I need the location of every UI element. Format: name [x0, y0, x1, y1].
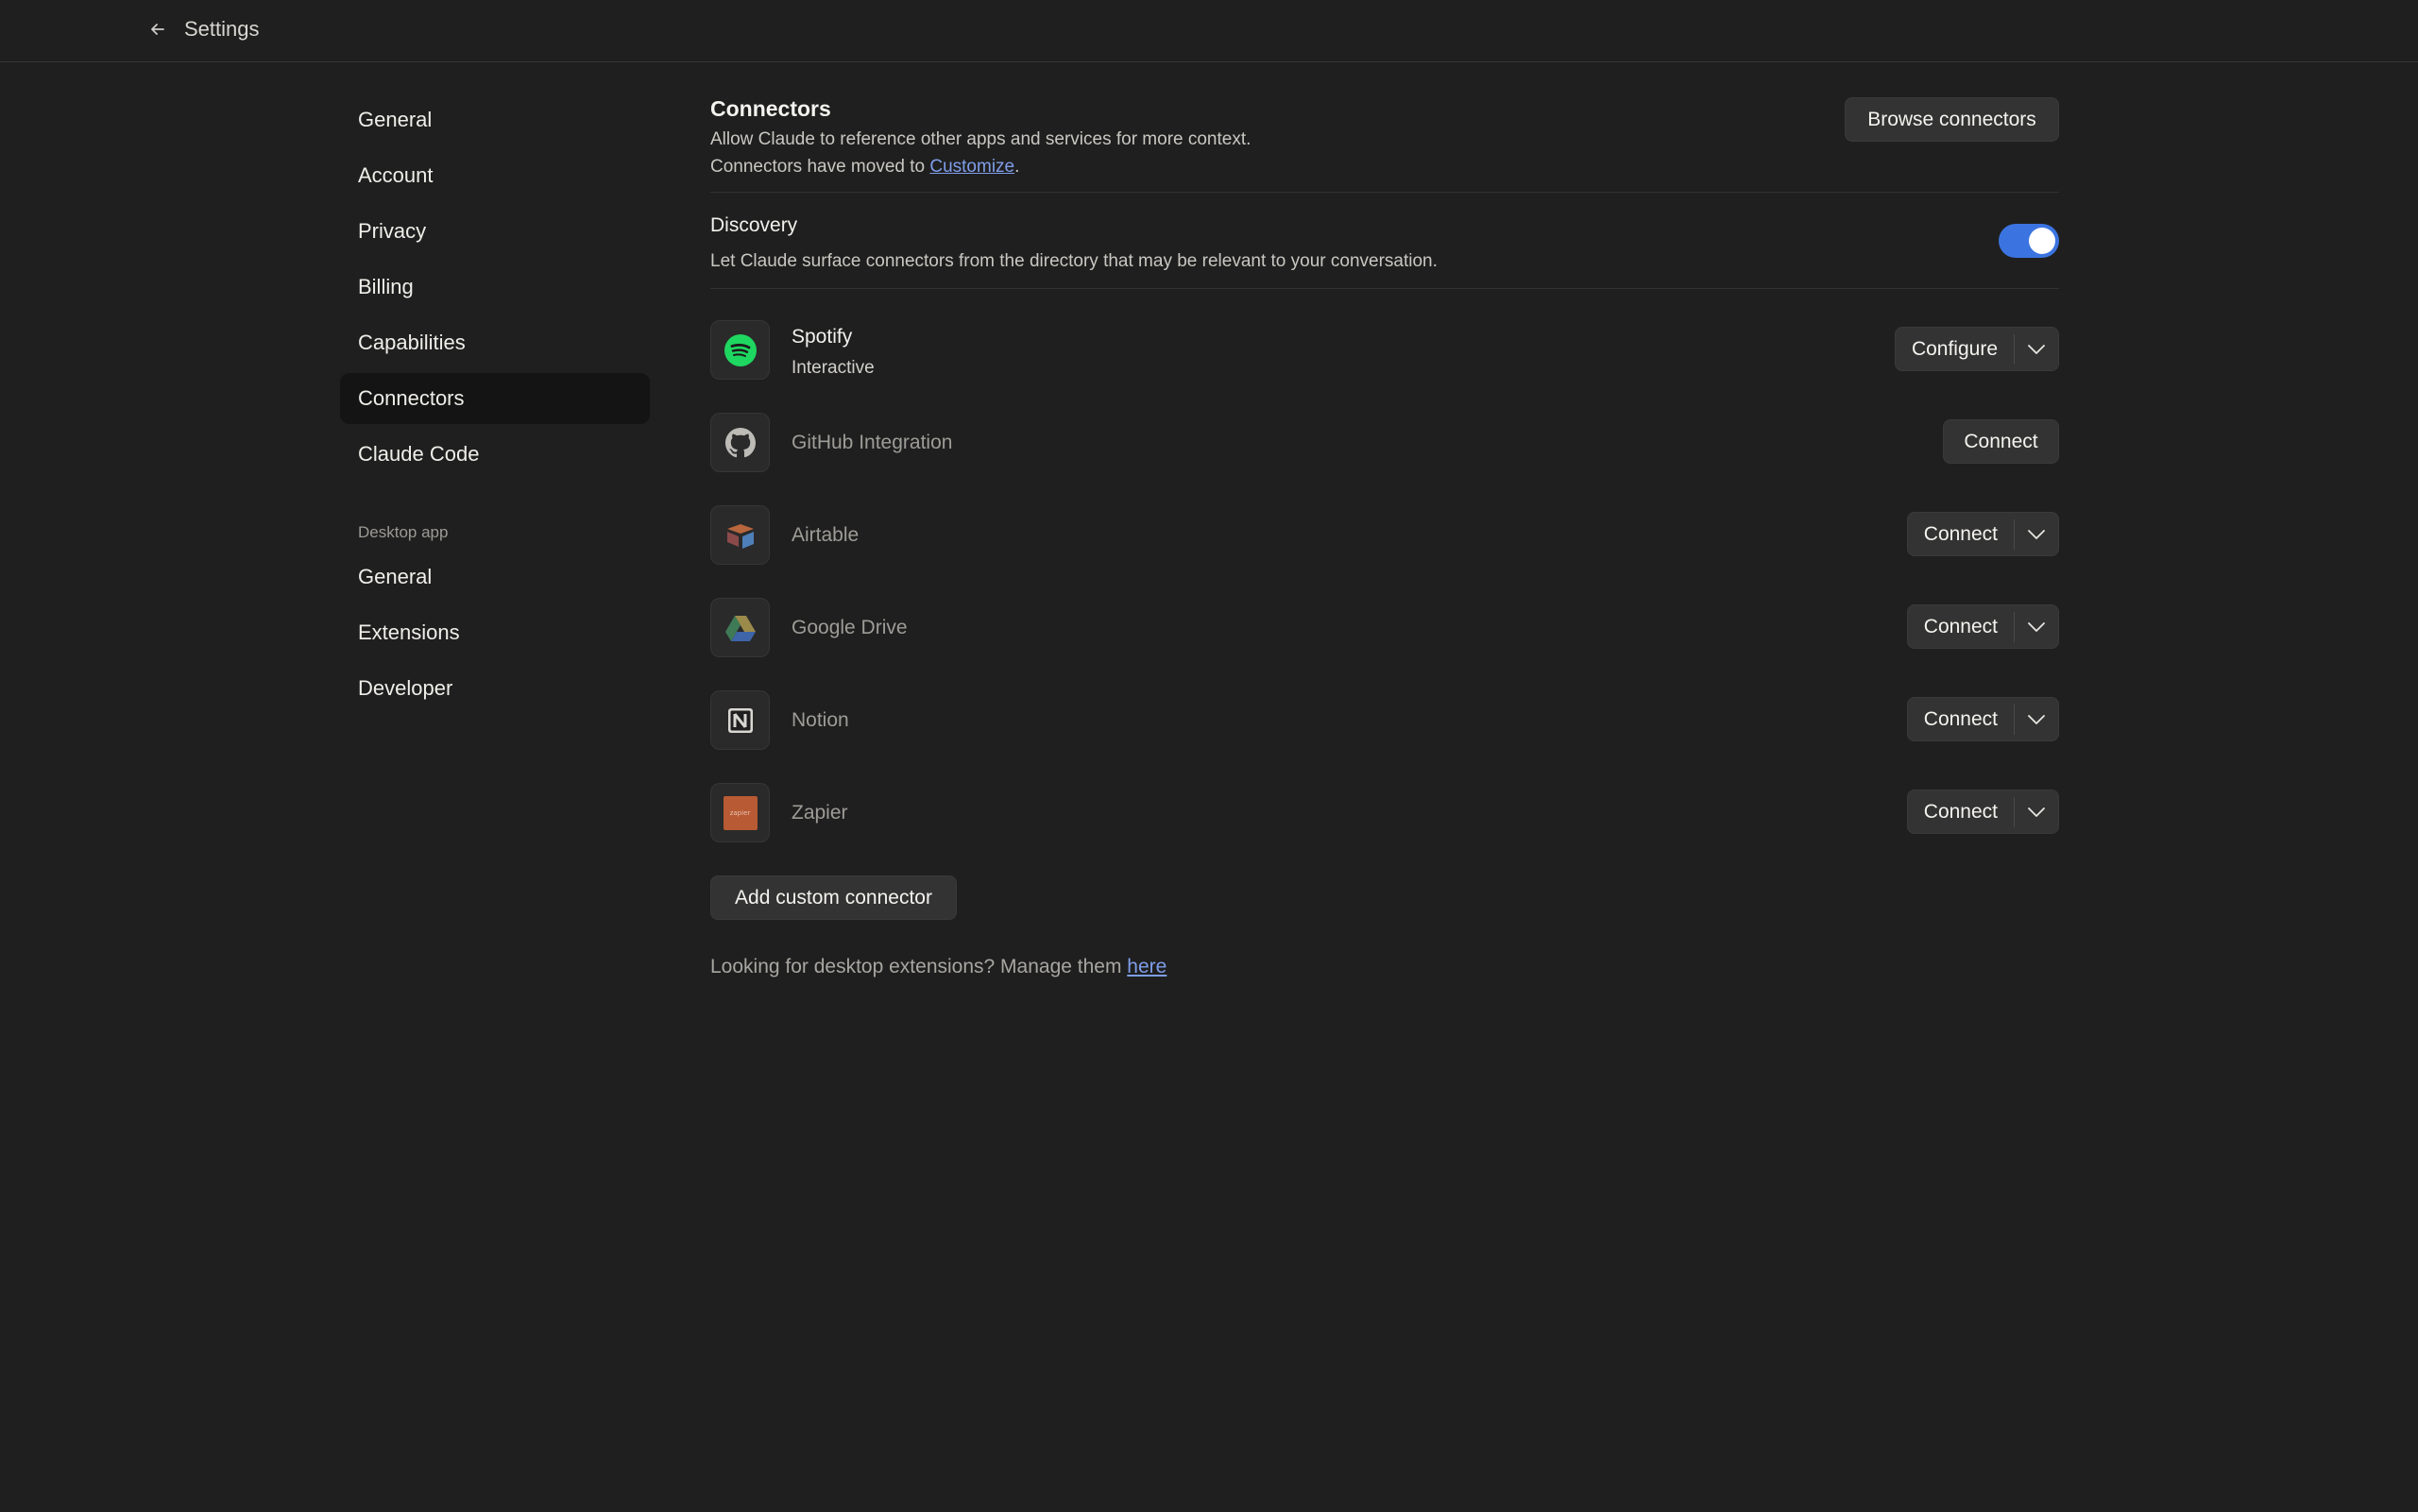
footer-note-text: Looking for desktop extensions? Manage t…: [710, 956, 1128, 977]
sidebar-item-developer[interactable]: Developer: [340, 663, 650, 714]
sidebar-item-connectors[interactable]: Connectors: [340, 373, 650, 424]
notion-icon: [710, 690, 770, 750]
connect-split-button-google-drive: Connect: [1906, 604, 2059, 649]
connect-split-button-notion: Connect: [1906, 697, 2059, 741]
sidebar-item-label: Privacy: [358, 219, 427, 243]
moved-notice-text: Connectors have moved to: [710, 157, 930, 177]
sidebar-item-privacy[interactable]: Privacy: [340, 206, 650, 257]
connector-name: Zapier: [792, 802, 848, 824]
manage-extensions-link[interactable]: here: [1127, 956, 1166, 977]
connector-row-spotify: Spotify Interactive Configure: [710, 320, 2059, 413]
sidebar-item-label: Extensions: [358, 620, 460, 644]
sidebar-item-billing[interactable]: Billing: [340, 262, 650, 313]
configure-split-button: Configure: [1894, 327, 2059, 371]
customize-link[interactable]: Customize: [929, 157, 1014, 177]
sidebar-item-extensions[interactable]: Extensions: [340, 607, 650, 658]
google-drive-icon: [710, 598, 770, 657]
connect-button[interactable]: Connect: [1908, 513, 2014, 555]
connector-row-github: GitHub Integration Connect: [710, 413, 2059, 505]
connectors-header: Connectors Allow Claude to reference oth…: [710, 94, 2059, 193]
connect-menu-button[interactable]: [2015, 605, 2058, 648]
zapier-icon: zapier: [710, 783, 770, 842]
sidebar-item-label: Account: [358, 163, 434, 187]
connect-button-github[interactable]: Connect: [1943, 419, 2059, 464]
moved-notice-suffix: .: [1014, 157, 1020, 177]
connectors-panel: Connectors Allow Claude to reference oth…: [710, 94, 2059, 978]
zapier-logo: zapier: [723, 795, 758, 830]
desktop-extensions-note: Looking for desktop extensions? Manage t…: [710, 956, 2059, 978]
chevron-down-icon: [2028, 621, 2045, 632]
sidebar-item-account[interactable]: Account: [340, 150, 650, 201]
page-title: Settings: [184, 17, 260, 41]
chevron-down-icon: [2028, 344, 2045, 354]
airtable-icon: [710, 505, 770, 565]
top-bar: Settings: [0, 0, 2418, 62]
connector-name: Spotify: [792, 326, 853, 348]
connector-row-airtable: Airtable Connect: [710, 505, 2059, 598]
browse-connectors-button[interactable]: Browse connectors: [1845, 97, 2059, 142]
connect-split-button-airtable: Connect: [1906, 512, 2059, 556]
connect-button[interactable]: Connect: [1908, 790, 2014, 833]
connect-split-button-zapier: Connect: [1906, 790, 2059, 834]
sidebar-item-label: General: [358, 565, 433, 588]
back-button[interactable]: [144, 15, 172, 43]
sidebar-item-capabilities[interactable]: Capabilities: [340, 317, 650, 368]
sidebar-item-label: Billing: [358, 275, 414, 298]
configure-button[interactable]: Configure: [1896, 328, 2014, 370]
add-custom-connector-button[interactable]: Add custom connector: [710, 875, 957, 920]
connector-subtitle: Interactive: [792, 358, 875, 378]
sidebar-item-label: Capabilities: [358, 331, 466, 354]
sidebar-item-label: Claude Code: [358, 442, 480, 466]
moved-notice: Connectors have moved to Customize.: [710, 157, 1019, 178]
discovery-toggle[interactable]: [1999, 224, 2059, 258]
connector-name: GitHub Integration: [792, 432, 953, 453]
connect-menu-button[interactable]: [2015, 698, 2058, 740]
chevron-down-icon: [2028, 529, 2045, 539]
sidebar-item-claude-code[interactable]: Claude Code: [340, 429, 650, 480]
connector-row-google-drive: Google Drive Connect: [710, 598, 2059, 690]
sidebar-item-label: General: [358, 108, 433, 131]
sidebar-section-desktop-app: Desktop app: [358, 523, 449, 541]
connector-row-zapier: zapier Zapier Connect: [710, 783, 2059, 875]
connect-menu-button[interactable]: [2015, 513, 2058, 555]
configure-menu-button[interactable]: [2015, 328, 2058, 370]
connector-name: Airtable: [792, 524, 860, 546]
connector-name: Notion: [792, 709, 849, 731]
chevron-down-icon: [2028, 714, 2045, 724]
sidebar-item-label: Connectors: [358, 386, 465, 410]
connect-menu-button[interactable]: [2015, 790, 2058, 833]
connect-button[interactable]: Connect: [1908, 605, 2014, 648]
arrow-left-icon: [151, 24, 164, 35]
connector-list: Spotify Interactive Configure GitHub Int…: [710, 320, 2059, 875]
section-title: Connectors: [710, 96, 831, 121]
settings-sidebar: General Account Privacy Billing Capabili…: [340, 94, 650, 719]
discovery-title: Discovery: [710, 214, 798, 236]
sidebar-item-label: Developer: [358, 676, 453, 700]
github-icon: [710, 413, 770, 472]
discovery-setting: Discovery Let Claude surface connectors …: [710, 193, 2059, 289]
spotify-icon: [710, 320, 770, 380]
section-description: Allow Claude to reference other apps and…: [710, 129, 1252, 149]
connect-button[interactable]: Connect: [1908, 698, 2014, 740]
toggle-knob: [2029, 228, 2055, 254]
connector-name: Google Drive: [792, 617, 908, 638]
sidebar-item-desktop-general[interactable]: General: [340, 552, 650, 603]
sidebar-item-general[interactable]: General: [340, 94, 650, 145]
connector-row-notion: Notion Connect: [710, 690, 2059, 783]
chevron-down-icon: [2028, 807, 2045, 817]
discovery-description: Let Claude surface connectors from the d…: [710, 251, 1438, 271]
zapier-logo-text: zapier: [729, 808, 751, 817]
